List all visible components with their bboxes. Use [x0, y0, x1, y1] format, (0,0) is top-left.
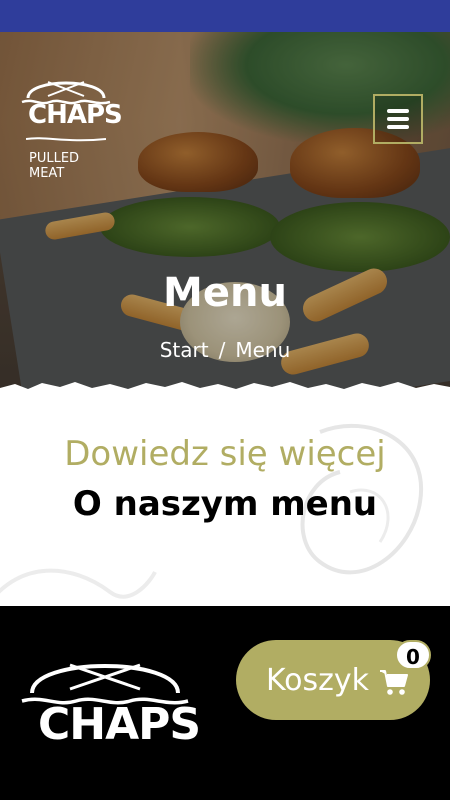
hamburger-icon [387, 109, 409, 113]
breadcrumb: Start / Menu [0, 338, 450, 362]
breadcrumb-home-link[interactable]: Start [160, 338, 209, 362]
hamburger-icon-bar [387, 117, 409, 121]
decorative-sketch [0, 568, 157, 599]
section-kicker: Dowiedz się więcej [64, 434, 386, 474]
page-title: Menu [163, 270, 287, 316]
logo-tagline: PULLED MEAT [29, 151, 80, 181]
menu-intro-section: Dowiedz się więcej O naszym menu [0, 392, 450, 606]
cart-icon [380, 670, 409, 695]
logo-underline [26, 137, 106, 142]
menu-toggle-button[interactable] [373, 94, 423, 144]
logo-wordmark: CHAPS [28, 100, 123, 130]
site-logo[interactable]: CHAPS PULLED MEAT [20, 72, 123, 181]
breadcrumb-separator: / [218, 338, 226, 362]
torn-edge [0, 382, 450, 392]
breadcrumb-current: Menu [235, 338, 291, 362]
status-bar [0, 0, 450, 32]
hamburger-icon-bar [387, 125, 409, 129]
footer-logo-wordmark: CHAPS [38, 699, 201, 750]
cart-count-badge: 0 [395, 640, 431, 670]
cart-label: Koszyk [266, 662, 370, 698]
section-heading: O naszym menu [72, 484, 378, 524]
footer-logo[interactable]: CHAPS [20, 651, 201, 750]
